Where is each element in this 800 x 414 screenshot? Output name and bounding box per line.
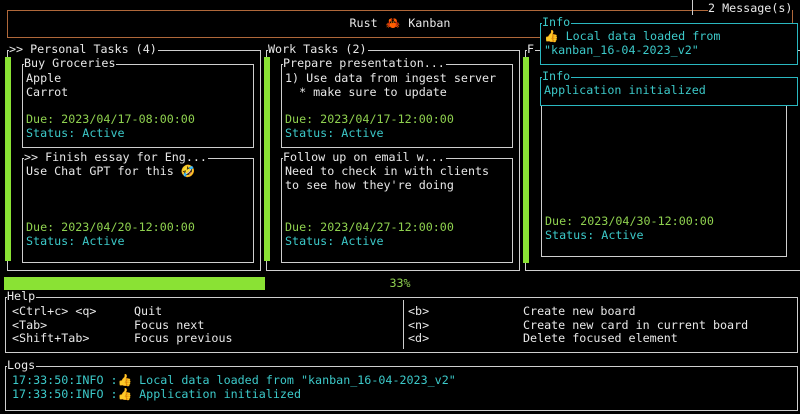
card-due: Due: 2023/04/17-08:00:00 bbox=[26, 112, 195, 126]
card-due: Due: 2023/04/30-12:00:00 bbox=[545, 214, 714, 228]
card-status: Status: Active bbox=[26, 125, 125, 140]
log-entry: 17:33:50:INFO :👍 Application initialized bbox=[12, 386, 301, 401]
card-status: Status: Active bbox=[545, 227, 644, 242]
card[interactable]: Prepare presentation... 1) Use data from… bbox=[281, 56, 513, 148]
info-popup[interactable]: Info 👍 Local data loaded from "kanban_16… bbox=[540, 15, 798, 65]
help-action: Quit bbox=[134, 304, 163, 318]
board-scrollbar[interactable] bbox=[5, 57, 11, 261]
card-line: Need to check in with clients bbox=[285, 164, 490, 178]
help-action: Create new card in current board bbox=[523, 317, 749, 332]
popup-line: 👍 Local data loaded from bbox=[544, 29, 721, 43]
message-count[interactable]: 2 Message(s) bbox=[708, 1, 793, 16]
crab-icon: 🦀 bbox=[385, 16, 401, 30]
board-title: F bbox=[527, 42, 536, 57]
card-line: Carrot bbox=[26, 84, 69, 99]
card-due: Due: 2023/04/27-12:00:00 bbox=[285, 220, 454, 234]
message-separator bbox=[692, 0, 693, 15]
board-title: >> Personal Tasks (4) bbox=[9, 42, 158, 57]
card-status: Status: Active bbox=[26, 233, 125, 248]
card[interactable]: >> Finish essay for Eng... Use Chat GPT … bbox=[22, 150, 254, 263]
help-key: <Shift+Tab> bbox=[12, 331, 90, 345]
help-key: <n> bbox=[408, 317, 430, 332]
help-divider bbox=[403, 300, 404, 349]
help-action: Create new board bbox=[523, 304, 636, 318]
help-panel: Help <Ctrl+c> <q> Quit <Tab> Focus next <S… bbox=[5, 289, 798, 353]
progress-bar: 33% bbox=[4, 276, 796, 290]
help-action: Focus next bbox=[134, 317, 205, 332]
card-line: Use Chat GPT for this 🤣 bbox=[26, 164, 196, 178]
card[interactable]: Due: 2023/04/30-12:00:00 Status: Active bbox=[541, 100, 787, 257]
progress-label: 33% bbox=[389, 276, 411, 290]
card-status: Status: Active bbox=[285, 233, 384, 248]
card-due: Due: 2023/04/17-12:00:00 bbox=[285, 112, 454, 126]
board-scrollbar[interactable] bbox=[264, 57, 270, 261]
help-key: <Ctrl+c> <q> bbox=[12, 304, 97, 318]
log-entry: 17:33:50:INFO :👍 Local data loaded from … bbox=[12, 373, 456, 387]
card-title: Buy Groceries bbox=[24, 56, 117, 71]
title-right: Kanban bbox=[408, 16, 451, 30]
help-key: <b> bbox=[408, 304, 430, 318]
card-status: Status: Active bbox=[285, 125, 384, 140]
card-title: >> Finish essay for Eng... bbox=[24, 150, 208, 165]
info-popup[interactable]: Info Application initialized bbox=[540, 69, 798, 106]
popup-title: Info bbox=[542, 69, 572, 84]
popup-title: Info bbox=[542, 15, 572, 30]
help-action: Focus previous bbox=[134, 331, 233, 345]
logs-title: Logs bbox=[7, 358, 37, 373]
logs-panel: Logs 17:33:50:INFO :👍 Local data loaded … bbox=[5, 358, 798, 411]
help-key: <d> bbox=[408, 331, 430, 345]
card[interactable]: Follow up on email w... Need to check in… bbox=[281, 150, 513, 263]
popup-line: Application initialized bbox=[544, 83, 706, 97]
title-left: Rust bbox=[349, 16, 378, 30]
card-line: to see how they're doing bbox=[285, 177, 454, 192]
help-title: Help bbox=[7, 289, 37, 304]
card-line: Apple bbox=[26, 71, 62, 85]
card-due: Due: 2023/04/20-12:00:00 bbox=[26, 220, 195, 234]
board-title: Work Tasks (2) bbox=[268, 42, 368, 57]
help-key: <Tab> bbox=[12, 317, 48, 332]
board-scrollbar[interactable] bbox=[523, 57, 529, 263]
help-action: Delete focused element bbox=[523, 331, 678, 345]
card-line: * make sure to update bbox=[285, 84, 447, 99]
popup-line: "kanban_16-04-2023_v2" bbox=[544, 42, 699, 57]
card-title: Prepare presentation... bbox=[283, 56, 446, 71]
card[interactable]: Buy Groceries Apple Carrot Due: 2023/04/… bbox=[22, 56, 254, 148]
card-title: Follow up on email w... bbox=[283, 150, 446, 165]
card-line: 1) Use data from ingest server bbox=[285, 71, 497, 85]
